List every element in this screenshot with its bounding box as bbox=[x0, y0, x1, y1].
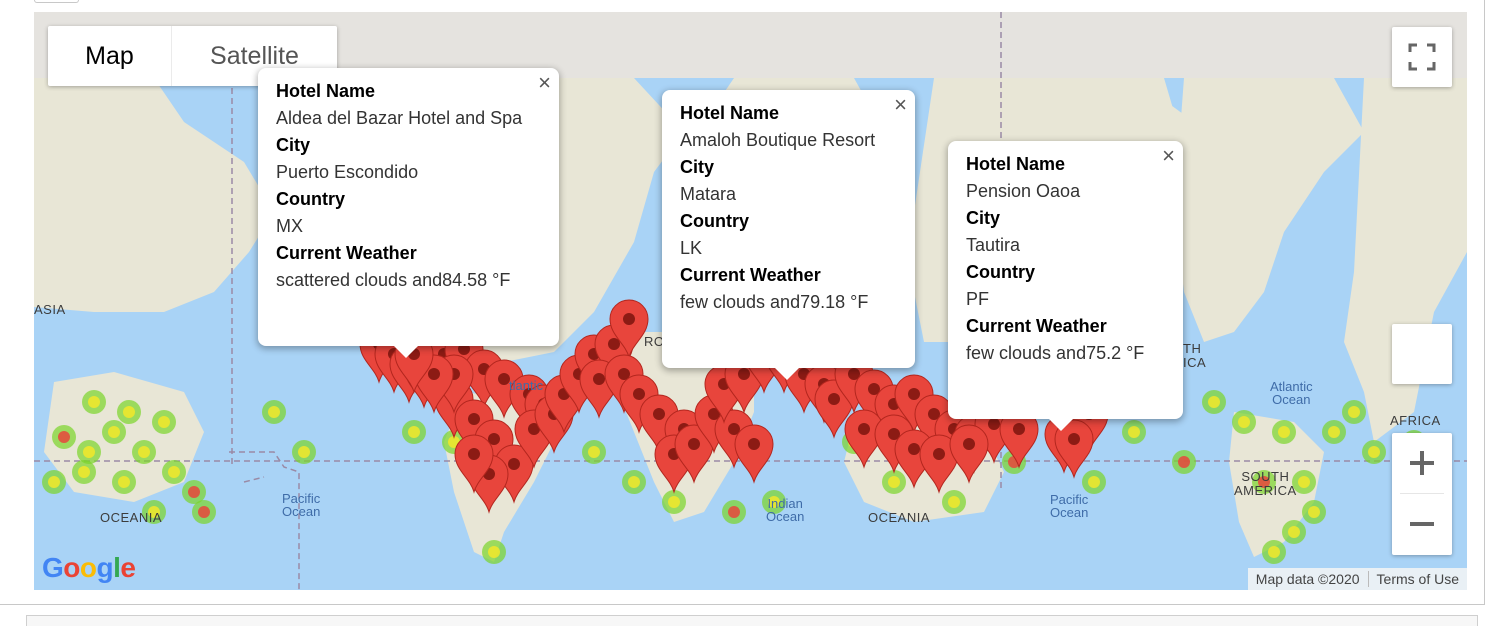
fullscreen-icon bbox=[1408, 43, 1436, 71]
terms-of-use-link[interactable]: Terms of Use bbox=[1369, 571, 1467, 587]
info-window-tautira: × Hotel Name Pension Oaoa City Tautira C… bbox=[948, 141, 1183, 431]
country-value: LK bbox=[680, 238, 703, 258]
label-oceania-mid: OCEANIA bbox=[868, 510, 931, 525]
zoom-control bbox=[1392, 433, 1452, 555]
logo-letter: e bbox=[120, 552, 136, 583]
label-atlantic-partial: tlantic bbox=[509, 378, 543, 393]
map-data-text: Map data ©2020 bbox=[1255, 571, 1360, 587]
plus-icon bbox=[1410, 451, 1434, 475]
logo-letter: g bbox=[96, 552, 114, 583]
info-window-matara: × Hotel Name Amaloh Boutique Resort City… bbox=[662, 90, 915, 380]
weather-label: Current Weather bbox=[276, 243, 417, 263]
minus-icon bbox=[1410, 522, 1434, 526]
street-view-pegman-button[interactable] bbox=[1392, 324, 1452, 384]
logo-letter: l bbox=[113, 552, 121, 583]
label-indian-ocean: Indian Ocean bbox=[766, 496, 805, 524]
city-label: City bbox=[680, 157, 715, 177]
hotel-name-value: Aldea del Bazar Hotel and Spa bbox=[276, 108, 523, 128]
info-window-puerto-escondido: × Hotel Name Aldea del Bazar Hotel and S… bbox=[258, 68, 559, 358]
city-value: Puerto Escondido bbox=[276, 162, 419, 182]
info-window-tail bbox=[1048, 418, 1074, 431]
info-window-tail bbox=[774, 367, 800, 380]
hotel-name-label: Hotel Name bbox=[276, 81, 376, 101]
label-asia: ASIA bbox=[34, 302, 66, 317]
hotel-name-value: Amaloh Boutique Resort bbox=[680, 130, 876, 150]
google-map[interactable]: ASIA OCEANIA OCEANIA AFRICA SOUTH AMERIC… bbox=[34, 12, 1467, 590]
zoom-in-button[interactable] bbox=[1392, 433, 1452, 493]
country-value: MX bbox=[276, 216, 303, 236]
hotel-name-value: Pension Oaoa bbox=[966, 181, 1081, 201]
label-th-partial: TH bbox=[1183, 341, 1202, 356]
google-logo[interactable]: Google bbox=[42, 552, 136, 584]
hotel-marker[interactable] bbox=[734, 424, 774, 484]
weather-label: Current Weather bbox=[966, 316, 1107, 336]
weather-value: few clouds and79.18 °F bbox=[680, 292, 869, 312]
map-attribution: Map data ©2020 Terms of Use bbox=[1247, 568, 1467, 590]
info-window-tail bbox=[393, 345, 419, 358]
city-label: City bbox=[276, 135, 311, 155]
country-label: Country bbox=[966, 262, 1035, 282]
logo-letter: G bbox=[42, 552, 64, 583]
close-icon[interactable]: × bbox=[1162, 145, 1175, 167]
weather-label: Current Weather bbox=[680, 265, 821, 285]
label-oceania-left: OCEANIA bbox=[100, 510, 163, 525]
label-pacific-left: Pacific Ocean bbox=[282, 491, 321, 519]
city-label: City bbox=[966, 208, 1001, 228]
label-atlantic-ocean: Atlantic Ocean bbox=[1270, 379, 1313, 407]
next-cell-edge bbox=[26, 615, 1478, 626]
map-type-map-button[interactable]: Map bbox=[48, 26, 171, 86]
logo-letter: o bbox=[63, 552, 80, 583]
zoom-out-button[interactable] bbox=[1392, 494, 1452, 554]
label-south-america: SOUTH AMERICA bbox=[1234, 469, 1297, 498]
weather-value: scattered clouds and84.58 °F bbox=[276, 270, 511, 290]
city-value: Tautira bbox=[966, 235, 1021, 255]
weather-value: few clouds and75.2 °F bbox=[966, 343, 1145, 363]
country-label: Country bbox=[276, 189, 345, 209]
close-icon[interactable]: × bbox=[894, 94, 907, 116]
close-icon[interactable]: × bbox=[538, 72, 551, 94]
cell-collapse-tab[interactable] bbox=[34, 0, 79, 3]
city-value: Matara bbox=[680, 184, 737, 204]
hotel-marker[interactable] bbox=[949, 424, 989, 484]
fullscreen-button[interactable] bbox=[1392, 27, 1452, 87]
country-label: Country bbox=[680, 211, 749, 231]
label-africa: AFRICA bbox=[1390, 413, 1441, 428]
label-ica-partial: ICA bbox=[1183, 355, 1207, 370]
label-pacific-right: Pacific Ocean bbox=[1050, 492, 1089, 520]
hotel-name-label: Hotel Name bbox=[680, 103, 780, 123]
country-value: PF bbox=[966, 289, 990, 309]
logo-letter: o bbox=[79, 552, 97, 583]
hotel-name-label: Hotel Name bbox=[966, 154, 1066, 174]
